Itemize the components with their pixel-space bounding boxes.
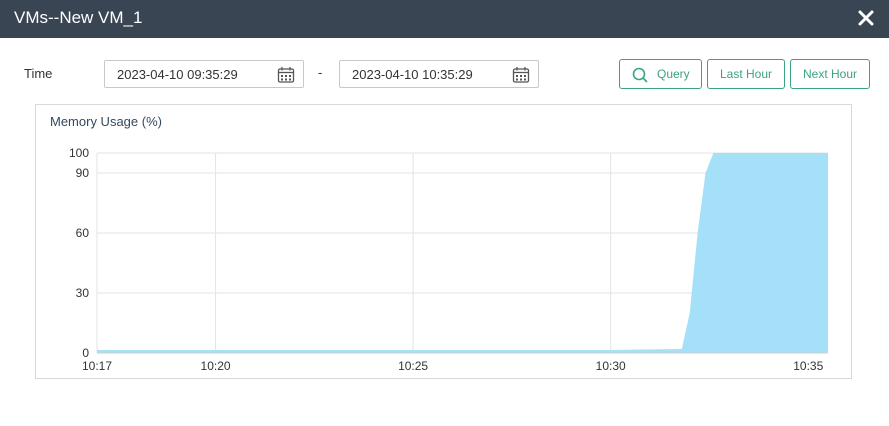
x-tick-label: 10:20 (201, 359, 231, 373)
end-time-field[interactable]: 2023-04-10 10:35:29 (339, 60, 539, 88)
range-separator: - (318, 65, 323, 80)
x-tick-label: 10:17 (82, 359, 112, 373)
close-icon[interactable] (853, 5, 879, 31)
memory-usage-chart: 0 30 60 90 100 10:17 10:20 10:25 10:30 10:35 (69, 146, 828, 373)
last-hour-button-label: Last Hour (720, 67, 773, 81)
start-time-field[interactable]: 2023-04-10 09:35:29 (104, 60, 304, 88)
x-tick-label: 10:25 (398, 359, 428, 373)
memory-usage-panel: 0 30 60 90 100 10:17 10:20 10:25 10:30 10:35 Memo… (35, 104, 852, 379)
y-tick-label: 60 (76, 226, 90, 240)
x-tick-label: 10:35 (793, 359, 823, 373)
memory-usage-area (97, 153, 828, 353)
end-time-value: 2023-04-10 10:35:29 (352, 67, 473, 82)
y-tick-label: 30 (76, 286, 90, 300)
x-tick-label: 10:30 (596, 359, 626, 373)
y-tick-label: 100 (69, 146, 89, 160)
calendar-icon[interactable] (277, 66, 295, 84)
y-tick-label: 90 (76, 166, 90, 180)
search-icon (632, 67, 648, 83)
chart-title: Memory Usage (%) (50, 114, 162, 129)
y-tick-label: 0 (82, 346, 89, 360)
query-button-label: Query (657, 67, 690, 81)
time-label: Time (24, 66, 53, 81)
dialog-title: VMs--New VM_1 (14, 8, 143, 27)
next-hour-button-label: Next Hour (803, 67, 858, 81)
vm-monitor-dialog: VMs--New VM_1 Time 2023-04-10 09:35:29 -… (0, 0, 889, 426)
last-hour-button[interactable]: Last Hour (707, 59, 785, 89)
next-hour-button[interactable]: Next Hour (790, 59, 870, 89)
title-bar: VMs--New VM_1 (0, 0, 889, 38)
calendar-icon[interactable] (512, 66, 530, 84)
start-time-value: 2023-04-10 09:35:29 (117, 67, 238, 82)
query-button[interactable]: Query (619, 59, 702, 89)
